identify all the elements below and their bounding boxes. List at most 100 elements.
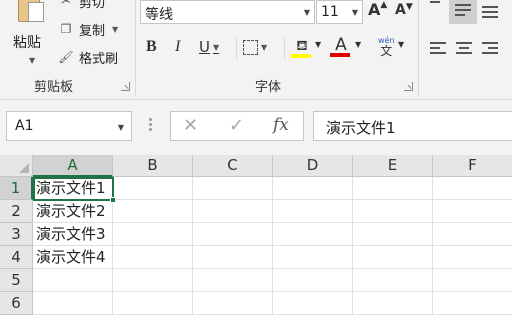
cut-button[interactable]: ✂ 剪切 (58, 0, 106, 11)
column-header-a[interactable]: A (33, 155, 113, 177)
font-name-combo[interactable]: 等线 ▼ (140, 0, 315, 24)
cell-b4[interactable] (113, 246, 193, 269)
clipboard-launcher-icon[interactable] (121, 82, 130, 91)
copy-icon: ❐ (60, 22, 72, 36)
column-header-f[interactable]: F (433, 155, 512, 177)
cell-a1[interactable]: 演示文件1 (33, 177, 113, 200)
cell-d5[interactable] (273, 269, 353, 292)
cell-b3[interactable] (113, 223, 193, 246)
cell-a4[interactable]: 演示文件4 (33, 246, 113, 269)
column-header-d[interactable]: D (273, 155, 353, 177)
shrink-font-button[interactable]: A▼ (395, 2, 413, 18)
font-size-value: 11 (321, 4, 339, 20)
cell-a5[interactable] (33, 269, 113, 292)
cell-c4[interactable] (193, 246, 273, 269)
formula-bar-grip-icon[interactable] (149, 118, 152, 132)
copy-dropdown-icon[interactable]: ▼ (112, 25, 118, 34)
paste-dropdown-icon[interactable]: ▼ (29, 56, 35, 65)
row-header-1[interactable]: 1 (0, 177, 33, 200)
cell-d2[interactable] (273, 200, 353, 223)
cell-e1[interactable] (353, 177, 433, 200)
phonetic-dropdown-icon[interactable]: ▼ (398, 40, 404, 49)
row-header-4[interactable]: 4 (0, 246, 33, 269)
row-header-3[interactable]: 3 (0, 223, 33, 246)
row-header-6[interactable]: 6 (0, 292, 33, 315)
select-all-button[interactable] (0, 155, 33, 177)
cell-f6[interactable] (433, 292, 512, 315)
fill-color-button[interactable]: ⛾ (291, 36, 313, 58)
cell-a2[interactable]: 演示文件2 (33, 200, 113, 223)
cell-a3[interactable]: 演示文件3 (33, 223, 113, 246)
cell-c3[interactable] (193, 223, 273, 246)
bold-button[interactable]: B (146, 38, 157, 56)
cell-f5[interactable] (433, 269, 512, 292)
row-header-2[interactable]: 2 (0, 200, 33, 223)
formula-bar-area: A1 ▼ ✕ ✓ fx 演示文件1 (0, 100, 512, 155)
font-name-value: 等线 (145, 7, 173, 23)
font-color-button[interactable]: A (330, 35, 352, 57)
cell-f3[interactable] (433, 223, 512, 246)
cell-c6[interactable] (193, 292, 273, 315)
align-top-icon[interactable] (430, 0, 446, 10)
ribbon-divider (135, 0, 136, 96)
column-header-b[interactable]: B (113, 155, 193, 177)
chevron-down-icon: ▼ (261, 43, 268, 52)
enter-icon[interactable]: ✓ (229, 115, 244, 136)
cell-d3[interactable] (273, 223, 353, 246)
format-painter-button[interactable]: 🖌 格式刷 (58, 48, 118, 67)
font-color-dropdown-icon[interactable]: ▼ (355, 40, 361, 49)
cell-b5[interactable] (113, 269, 193, 292)
align-left-icon[interactable] (430, 42, 446, 56)
column-header-c[interactable]: C (193, 155, 273, 177)
cell-c1[interactable] (193, 177, 273, 200)
chevron-down-icon[interactable]: ▼ (118, 123, 124, 132)
cell-b2[interactable] (113, 200, 193, 223)
cell-f1[interactable] (433, 177, 512, 200)
phonetic-button[interactable]: wén 文 (378, 36, 395, 57)
cell-d4[interactable] (273, 246, 353, 269)
cell-a6[interactable] (33, 292, 113, 315)
cell-e3[interactable] (353, 223, 433, 246)
cell-d1[interactable] (273, 177, 353, 200)
chevron-down-icon: ▼ (212, 43, 220, 52)
insert-function-icon[interactable]: fx (273, 115, 289, 135)
align-right-icon[interactable] (482, 42, 498, 56)
font-launcher-icon[interactable] (404, 82, 413, 91)
borders-button[interactable]: ▼ (243, 38, 267, 56)
worksheet-grid: A B C D E F 1 2 3 4 5 6 演示文件1 演示文件2 演示文件… (0, 155, 512, 321)
formula-input[interactable]: 演示文件1 (313, 111, 512, 141)
font-size-combo[interactable]: 11 ▼ (316, 0, 363, 24)
cell-d6[interactable] (273, 292, 353, 315)
font-group-label: 字体 (255, 80, 282, 95)
paste-button[interactable]: 粘贴 ▼ (8, 0, 52, 72)
column-header-e[interactable]: E (353, 155, 433, 177)
cell-c2[interactable] (193, 200, 273, 223)
cut-label: 剪切 (79, 0, 106, 11)
cell-f4[interactable] (433, 246, 512, 269)
align-middle-button[interactable] (449, 0, 477, 24)
paint-bucket-icon: ⛾ (296, 38, 308, 54)
fill-color-dropdown-icon[interactable]: ▼ (315, 40, 321, 49)
copy-button[interactable]: ❐ 复制 ▼ (58, 20, 119, 39)
cell-e6[interactable] (353, 292, 433, 315)
align-center-icon[interactable] (456, 42, 472, 56)
align-bottom-icon[interactable] (482, 6, 498, 20)
formula-bar-buttons: ✕ ✓ fx (170, 111, 304, 141)
italic-button[interactable]: I (175, 38, 180, 56)
cell-e5[interactable] (353, 269, 433, 292)
cell-b1[interactable] (113, 177, 193, 200)
cancel-icon[interactable]: ✕ (183, 115, 198, 136)
cell-e4[interactable] (353, 246, 433, 269)
row-header-5[interactable]: 5 (0, 269, 33, 292)
name-box[interactable]: A1 ▼ (6, 111, 132, 141)
fill-handle[interactable] (110, 197, 116, 203)
underline-button[interactable]: U ▼ (199, 38, 219, 56)
cell-e2[interactable] (353, 200, 433, 223)
copy-label: 复制 (79, 23, 106, 39)
grow-font-button[interactable]: A▲ (368, 0, 387, 19)
cell-c5[interactable] (193, 269, 273, 292)
ribbon-divider (418, 0, 419, 96)
cell-f2[interactable] (433, 200, 512, 223)
clipboard-group-label: 剪贴板 (34, 80, 74, 95)
cell-b6[interactable] (113, 292, 193, 315)
